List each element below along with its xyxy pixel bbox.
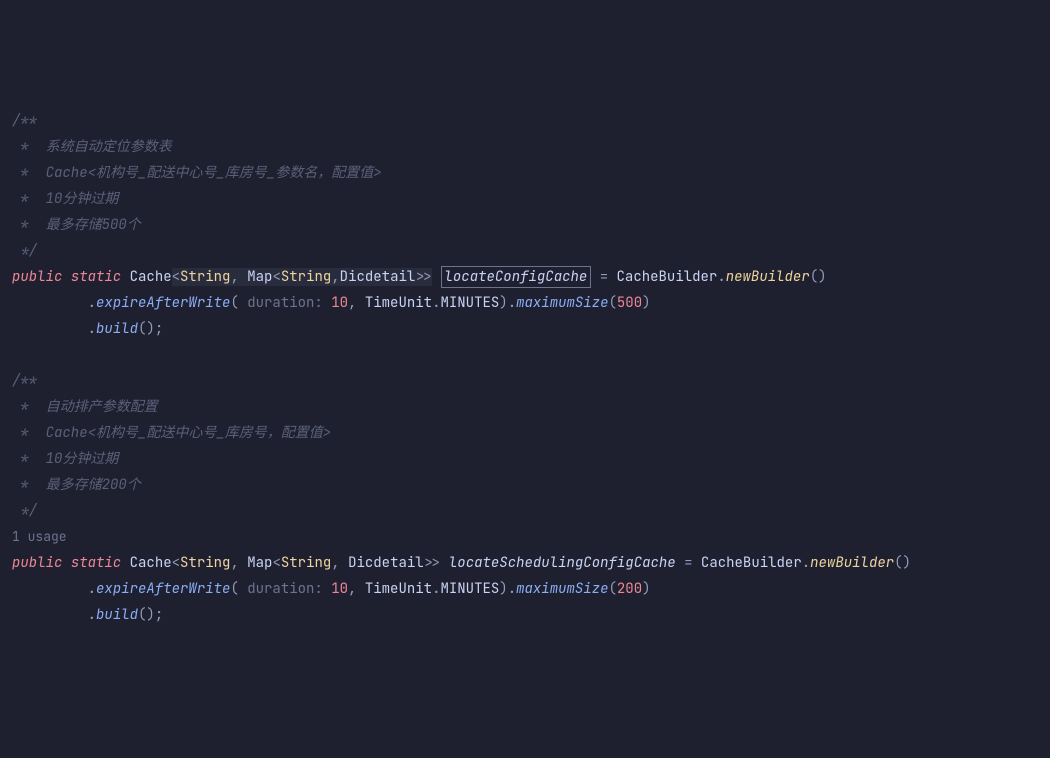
angle-bracket: > (424, 268, 432, 286)
comma: , (348, 294, 365, 312)
number-literal: 500 (617, 294, 642, 312)
operator-equals: = (676, 554, 701, 572)
number-literal: 10 (331, 294, 348, 312)
operator-equals: = (591, 268, 616, 286)
angle-bracket: < (172, 268, 180, 286)
method-newbuilder: newBuilder (726, 268, 810, 286)
constant-minutes: MINUTES (440, 294, 499, 312)
comma: , (348, 580, 365, 598)
angle-bracket: > (415, 268, 423, 286)
method-build: build (96, 320, 138, 338)
dot: . (88, 320, 96, 338)
comment-line: /** (12, 112, 37, 130)
comment-line: * Cache<机构号_配送中心号_库房号_参数名，配置值> (12, 164, 382, 182)
dot: . (432, 580, 440, 598)
parentheses: () (138, 606, 155, 624)
semicolon: ; (155, 320, 163, 338)
number-literal: 10 (331, 580, 348, 598)
parameter-hint: duration: (239, 580, 331, 598)
comment-line: * 最多存储200个 (12, 476, 141, 494)
type-string: String (180, 554, 230, 572)
comment-line: /** (12, 372, 37, 390)
method-build: build (96, 606, 138, 624)
paren-close: ) (642, 580, 650, 598)
comma: , (230, 268, 247, 286)
comment-line: * 10分钟过期 (12, 190, 118, 208)
type-string: String (180, 268, 230, 286)
parentheses: () (810, 268, 827, 286)
comma: , (230, 554, 247, 572)
class-cachebuilder: CacheBuilder (617, 268, 718, 286)
indent (12, 320, 88, 338)
keyword-public: public (12, 268, 62, 286)
comment-line: * 10分钟过期 (12, 450, 118, 468)
angle-bracket: < (272, 554, 280, 572)
parentheses: () (138, 320, 155, 338)
parameter-hint: duration: (239, 294, 331, 312)
keyword-static: static (71, 554, 121, 572)
dot: . (802, 554, 810, 572)
comment-line: */ (12, 242, 37, 260)
indent (12, 294, 88, 312)
type-string: String (281, 554, 331, 572)
method-expireafterwrite: expireAfterWrite (96, 580, 230, 598)
dot: . (717, 268, 725, 286)
type-dicdetail: Dicdetail (348, 554, 424, 572)
paren-close: ) (499, 294, 507, 312)
paren-open: ( (609, 580, 617, 598)
constant-minutes: MINUTES (440, 580, 499, 598)
variable-locateconfigcache: locateConfigCache (441, 266, 592, 288)
method-maximumsize: maximumSize (516, 294, 608, 312)
paren-open: ( (230, 294, 238, 312)
dot: . (88, 580, 96, 598)
variable-locateschedulingconfigcache: locateSchedulingConfigCache (449, 554, 676, 572)
comment-line: * 最多存储500个 (12, 216, 141, 234)
type-cache: Cache (130, 268, 172, 286)
dot: . (508, 294, 516, 312)
method-maximumsize: maximumSize (516, 580, 608, 598)
type-dicdetail: Dicdetail (340, 268, 416, 286)
dot: . (508, 580, 516, 598)
angle-bracket: < (172, 554, 180, 572)
comment-line: * 自动排产参数配置 (12, 398, 158, 416)
paren-open: ( (609, 294, 617, 312)
number-literal: 200 (617, 580, 642, 598)
dot: . (88, 294, 96, 312)
paren-close: ) (499, 580, 507, 598)
code-editor[interactable]: /** * 系统自动定位参数表 * Cache<机构号_配送中心号_库房号_参数… (12, 108, 1038, 628)
parentheses: () (894, 554, 911, 572)
dot: . (88, 606, 96, 624)
paren-open: ( (230, 580, 238, 598)
comment-line: * Cache<机构号_配送中心号_库房号，配置值> (12, 424, 331, 442)
class-timeunit: TimeUnit (365, 580, 432, 598)
comment-line: */ (12, 502, 37, 520)
paren-close: ) (642, 294, 650, 312)
type-string: String (281, 268, 331, 286)
comment-line: * 系统自动定位参数表 (12, 138, 172, 156)
angle-bracket: < (272, 268, 280, 286)
keyword-static: static (71, 268, 121, 286)
type-cache: Cache (130, 554, 172, 572)
type-map: Map (247, 554, 272, 572)
comma: , (331, 268, 339, 286)
indent (12, 580, 88, 598)
angle-bracket: >> (424, 554, 441, 572)
class-cachebuilder: CacheBuilder (701, 554, 802, 572)
semicolon: ; (155, 606, 163, 624)
usage-hint[interactable]: 1 usage (12, 528, 67, 545)
method-newbuilder: newBuilder (810, 554, 894, 572)
keyword-public: public (12, 554, 62, 572)
class-timeunit: TimeUnit (365, 294, 432, 312)
type-map: Map (247, 268, 272, 286)
indent (12, 606, 88, 624)
comma: , (331, 554, 348, 572)
method-expireafterwrite: expireAfterWrite (96, 294, 230, 312)
